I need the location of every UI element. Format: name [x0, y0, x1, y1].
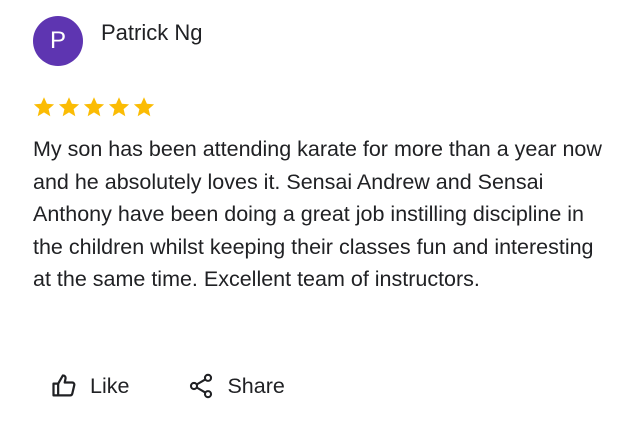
star-icon: [133, 97, 155, 117]
star-icon: [58, 97, 80, 117]
star-icon: [33, 97, 55, 117]
like-button[interactable]: Like: [50, 372, 129, 400]
author-name[interactable]: Patrick Ng: [101, 19, 202, 47]
share-button[interactable]: Share: [187, 372, 285, 400]
star-rating: [32, 95, 156, 119]
star-icon: [108, 97, 130, 117]
share-label: Share: [227, 373, 285, 398]
review-card: P Patrick Ng My son has been attending k…: [0, 0, 620, 438]
star-icon: [83, 97, 105, 117]
thumb-up-icon: [50, 372, 78, 400]
avatar[interactable]: P: [33, 16, 83, 66]
like-label: Like: [90, 373, 130, 398]
share-icon: [187, 372, 215, 400]
review-text: My son has been attending karate for mor…: [33, 137, 602, 291]
review-actions: Like Share: [50, 372, 285, 400]
